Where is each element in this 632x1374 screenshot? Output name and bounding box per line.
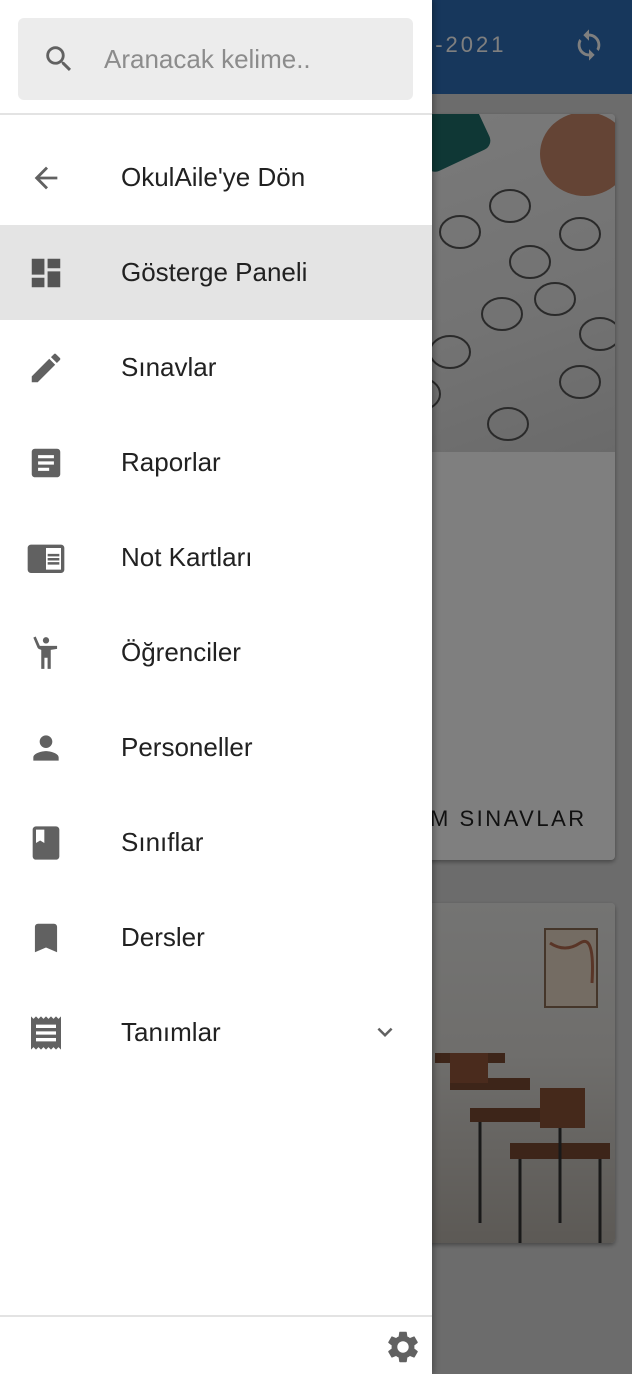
person-raising-hand-icon: [33, 636, 58, 669]
menu-item-exams[interactable]: Sınavlar: [0, 320, 432, 415]
menu-item-okulaile[interactable]: OkulAile'ye Dön: [0, 130, 432, 225]
menu-item-label: Gösterge Paneli: [121, 257, 308, 287]
menu-item-lessons[interactable]: Dersler: [0, 890, 432, 985]
footer-divider: [0, 1315, 432, 1317]
chrome-reader-icon: [27, 544, 65, 573]
menu-item-report-cards[interactable]: Not Kartları: [0, 510, 432, 605]
receipt-icon: [31, 1016, 61, 1050]
search-input[interactable]: [104, 40, 394, 78]
settings-icon[interactable]: [384, 1328, 422, 1366]
arrow-back-icon: [34, 166, 58, 190]
menu-item-label: Dersler: [121, 922, 205, 952]
menu-item-staff[interactable]: Personeller: [0, 700, 432, 795]
search-icon: [46, 46, 72, 72]
menu-item-label: Sınıflar: [121, 827, 204, 857]
menu-item-reports[interactable]: Raporlar: [0, 415, 432, 510]
menu-item-definitions[interactable]: Tanımlar: [0, 985, 432, 1080]
dashboard-icon: [31, 258, 61, 288]
menu-item-label: Raporlar: [121, 447, 221, 477]
menu-item-classes[interactable]: Sınıflar: [0, 795, 432, 890]
document-icon: [31, 448, 61, 478]
navigation-drawer: OkulAile'ye Dön Gösterge Paneli Sınavlar…: [0, 0, 432, 1374]
menu-item-label: Not Kartları: [121, 542, 253, 572]
chevron-down-icon[interactable]: [370, 1017, 400, 1047]
search-box[interactable]: [18, 18, 413, 100]
search-divider: [0, 113, 432, 115]
menu-item-label: Öğrenciler: [121, 637, 241, 667]
book-icon: [32, 826, 60, 860]
menu-item-dashboard[interactable]: Gösterge Paneli: [0, 225, 432, 320]
drawer-menu: OkulAile'ye Dön Gösterge Paneli Sınavlar…: [0, 130, 432, 1080]
person-icon: [33, 735, 59, 761]
bookmark-icon: [34, 923, 58, 953]
menu-item-label: OkulAile'ye Dön: [121, 162, 306, 192]
menu-item-label: Tanımlar: [121, 1017, 221, 1047]
menu-item-label: Sınavlar: [121, 352, 217, 382]
pencil-icon: [31, 353, 61, 383]
menu-item-label: Personeller: [121, 732, 253, 762]
menu-item-students[interactable]: Öğrenciler: [0, 605, 432, 700]
